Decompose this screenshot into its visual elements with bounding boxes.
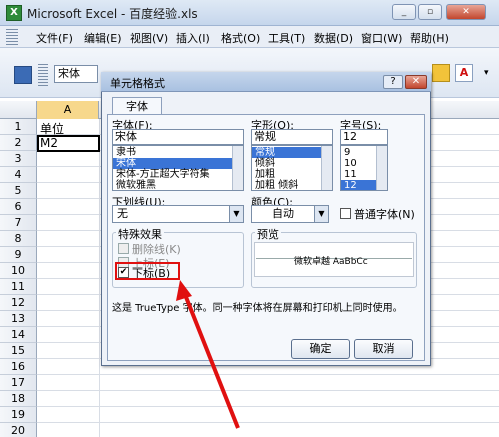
row-header[interactable]: 9: [0, 247, 37, 263]
row-header[interactable]: 5: [0, 183, 37, 199]
row-header[interactable]: 14: [0, 327, 37, 343]
menu-insert[interactable]: 插入(I): [176, 30, 210, 46]
normal-font-label: 普通字体(N): [354, 208, 415, 221]
preview-label: 预览: [255, 226, 281, 242]
dialog-title: 单元格格式: [110, 77, 165, 90]
size-input[interactable]: 12: [340, 129, 388, 145]
excel-app-icon: X: [6, 5, 22, 21]
font-input[interactable]: 宋体: [112, 129, 244, 145]
font-list-item[interactable]: 隶书: [113, 147, 243, 158]
color-value: 自动: [272, 207, 294, 220]
row-header[interactable]: 20: [0, 423, 37, 437]
effects-label: 特殊效果: [116, 226, 164, 242]
strikethrough-checkbox[interactable]: [118, 243, 129, 254]
cancel-button[interactable]: 取消: [354, 339, 413, 359]
row-header[interactable]: 3: [0, 151, 37, 167]
menu-grip-icon: [6, 29, 18, 45]
row-header[interactable]: 2: [0, 135, 37, 151]
toolbar-grip-icon: [38, 64, 48, 86]
menu-data[interactable]: 数据(D): [314, 30, 353, 46]
grid-row: [37, 423, 499, 437]
menu-edit[interactable]: 编辑(E): [84, 30, 122, 46]
tab-font[interactable]: 字体: [112, 97, 162, 115]
font-color-icon[interactable]: A: [455, 64, 473, 82]
dialog-help-button[interactable]: ?: [383, 75, 403, 89]
row-header[interactable]: 12: [0, 295, 37, 311]
font-name-select[interactable]: 宋体: [54, 65, 98, 83]
preview-text: 微软卓越 AaBbCc: [294, 257, 368, 267]
row-header[interactable]: 6: [0, 199, 37, 215]
style-list-item[interactable]: 加粗: [252, 169, 332, 180]
row-header[interactable]: 15: [0, 343, 37, 359]
window-title: Microsoft Excel - 百度经验.xls: [27, 7, 198, 21]
row-header[interactable]: 10: [0, 263, 37, 279]
style-list-item-selected[interactable]: 常规: [252, 147, 332, 158]
row-header[interactable]: 4: [0, 167, 37, 183]
select-all-corner[interactable]: [0, 101, 37, 119]
row-header[interactable]: 1: [0, 119, 37, 135]
font-list-item[interactable]: 宋体-方正超大字符集: [113, 169, 243, 180]
style-list-item[interactable]: 倾斜: [252, 158, 332, 169]
font-list-item-selected[interactable]: 宋体: [113, 158, 243, 169]
row-header[interactable]: 16: [0, 359, 37, 375]
underline-value: 无: [117, 207, 128, 220]
save-icon[interactable]: [14, 66, 32, 84]
row-header[interactable]: 13: [0, 311, 37, 327]
ok-button[interactable]: 确定: [291, 339, 350, 359]
minimize-button[interactable]: _: [392, 4, 416, 20]
menu-format[interactable]: 格式(O): [221, 30, 260, 46]
row-header[interactable]: 19: [0, 407, 37, 423]
menu-help[interactable]: 帮助(H): [410, 30, 449, 46]
grid-line: [99, 119, 100, 437]
dialog-close-button[interactable]: ✕: [405, 75, 427, 89]
restore-button[interactable]: ▫: [418, 4, 442, 20]
row-header[interactable]: 7: [0, 215, 37, 231]
style-list-item[interactable]: 加粗 倾斜: [252, 180, 332, 190]
underline-dropdown-icon[interactable]: ▼: [229, 206, 243, 222]
normal-font-checkbox[interactable]: [340, 208, 351, 219]
color-dropdown-icon[interactable]: ▼: [314, 206, 328, 222]
size-list-scrollbar[interactable]: [376, 146, 387, 190]
grid-row: [37, 391, 499, 407]
subscript-highlight-box: [115, 262, 180, 280]
fill-color-icon[interactable]: [432, 64, 450, 82]
font-info-text: 这是 TrueType 字体。同一种字体将在屏幕和打印机上同时使用。: [112, 303, 403, 314]
grid-row: [37, 375, 499, 391]
row-header[interactable]: 8: [0, 231, 37, 247]
font-list-scrollbar[interactable]: [232, 146, 243, 190]
toolbar-more-icon[interactable]: ▾: [484, 64, 494, 82]
grid-row: [37, 407, 499, 423]
row-header[interactable]: 18: [0, 391, 37, 407]
menu-tools[interactable]: 工具(T): [268, 30, 305, 46]
close-window-button[interactable]: ✕: [446, 4, 486, 20]
underline-select[interactable]: 无: [112, 205, 244, 223]
style-list-scrollbar[interactable]: [321, 146, 332, 190]
row-header[interactable]: 11: [0, 279, 37, 295]
menu-file[interactable]: 文件(F): [36, 30, 73, 46]
menu-window[interactable]: 窗口(W): [361, 30, 402, 46]
style-input[interactable]: 常规: [251, 129, 333, 145]
font-list[interactable]: 隶书 宋体 宋体-方正超大字符集 微软雅黑: [112, 145, 244, 191]
active-cell-border: [37, 135, 100, 152]
row-header[interactable]: 17: [0, 375, 37, 391]
column-header-a[interactable]: A: [37, 101, 99, 119]
font-list-item[interactable]: 微软雅黑: [113, 180, 243, 190]
menu-view[interactable]: 视图(V): [130, 30, 168, 46]
